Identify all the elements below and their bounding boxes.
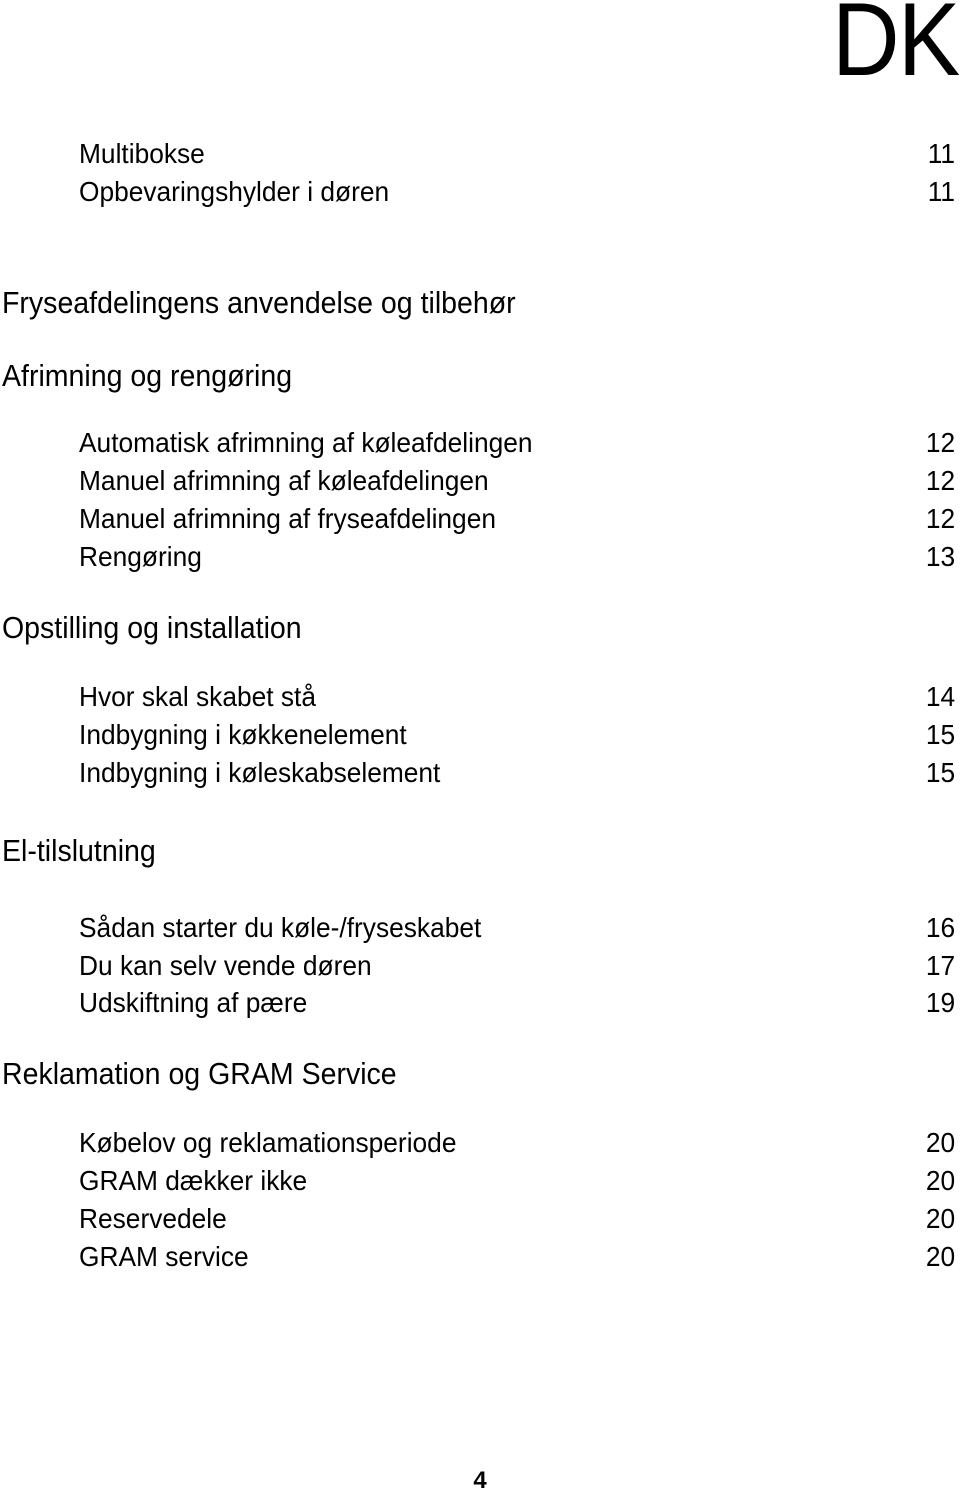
toc-entry[interactable]: Du kan selv vende døren 17 [79,948,955,984]
toc-entry-title: Manuel afrimning af køleafdelingen [79,465,489,496]
section-heading[interactable]: El-tilslutning [2,833,156,869]
toc-entry[interactable]: Indbygning i køleskabselement 15 [79,755,955,791]
toc-entry[interactable]: Sådan starter du køle-/fryseskabet 16 [79,910,955,946]
toc-entry-page: 15 [925,719,955,750]
toc-entry-title: Multibokse [79,138,205,169]
toc-entry-page: 11 [927,176,955,207]
toc-entry[interactable]: Udskiftning af pære 19 [79,985,955,1021]
toc-entry-page: 12 [925,427,955,458]
toc-entry-title: Indbygning i køkkenelement [79,719,407,750]
toc-entry-page: 13 [925,541,955,572]
toc-entry[interactable]: Automatisk afrimning af køleafdelingen 1… [79,425,955,461]
toc-entry[interactable]: Manuel afrimning af køleafdelingen 12 [79,463,955,499]
page-number: 4 [473,1467,487,1494]
section-heading[interactable]: Afrimning og rengøring [2,358,292,394]
toc-entry-title: GRAM dækker ikke [79,1165,308,1196]
toc-entry-page: 11 [927,138,955,169]
toc-entry-page: 20 [925,1127,955,1158]
toc-entry-title: Sådan starter du køle-/fryseskabet [79,912,482,943]
toc-entry-title: Købelov og reklamationsperiode [79,1127,457,1158]
toc-entry-title: Reservedele [79,1203,227,1234]
toc-entry-page: 20 [925,1241,955,1272]
toc-entry-title: Rengøring [79,541,202,572]
toc-entry-title: Indbygning i køleskabselement [79,757,441,788]
toc-entry-page: 20 [925,1203,955,1234]
toc-entry-page: 20 [925,1165,955,1196]
toc-entry[interactable]: Manuel afrimning af fryseafdelingen 12 [79,501,955,537]
toc-entry[interactable]: Opbevaringshylder i døren 11 [79,174,955,210]
toc-entry-title: Hvor skal skabet stå [79,681,316,712]
toc-entry-title: Udskiftning af pære [79,987,308,1018]
toc-entry-page: 15 [925,757,955,788]
toc-entry[interactable]: GRAM dækker ikke 20 [79,1163,955,1199]
section-heading[interactable]: Opstilling og installation [2,610,302,646]
toc-entry-title: GRAM service [79,1241,249,1272]
toc-entry-page: 17 [925,950,955,981]
toc-entry-title: Automatisk afrimning af køleafdelingen [79,427,533,458]
section-heading[interactable]: Reklamation og GRAM Service [2,1056,397,1092]
toc-entry[interactable]: Reservedele 20 [79,1201,955,1237]
toc-entry-title: Opbevaringshylder i døren [79,176,390,207]
toc-entry[interactable]: Multibokse 11 [79,136,955,172]
toc-entry-page: 12 [925,503,955,534]
toc-entry[interactable]: Købelov og reklamationsperiode 20 [79,1125,955,1161]
toc-entry-page: 12 [925,465,955,496]
toc-entry-title: Du kan selv vende døren [79,950,372,981]
section-heading[interactable]: Fryseafdelingens anvendelse og tilbehør [2,285,516,321]
table-of-contents: Multibokse 11 Opbevaringshylder i døren … [0,0,960,1498]
toc-entry[interactable]: Hvor skal skabet stå 14 [79,679,955,715]
toc-entry-page: 16 [925,912,955,943]
toc-entry-page: 14 [925,681,955,712]
toc-entry-title: Manuel afrimning af fryseafdelingen [79,503,496,534]
toc-entry-page: 19 [925,987,955,1018]
toc-entry[interactable]: Rengøring 13 [79,539,955,575]
toc-entry[interactable]: GRAM service 20 [79,1239,955,1275]
toc-entry[interactable]: Indbygning i køkkenelement 15 [79,717,955,753]
